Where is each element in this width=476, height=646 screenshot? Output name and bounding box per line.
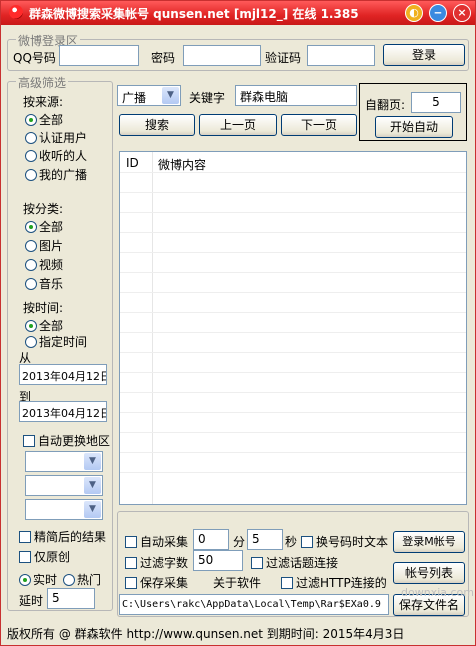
save-path-input[interactable]: C:\Users\rakc\AppData\Local\Temp\Rar$EXa…: [119, 594, 389, 615]
close-icon[interactable]: ×: [453, 4, 471, 22]
change-number-checkbox[interactable]: 换号码时文本: [301, 533, 388, 550]
row-line: [120, 352, 466, 353]
row-line: [120, 232, 466, 233]
region-combo-2[interactable]: ▼: [25, 475, 103, 496]
save-collect-checkbox[interactable]: 保存采集: [125, 574, 188, 591]
auto-start-button[interactable]: 开始自动: [375, 116, 453, 138]
app-icon: [9, 5, 23, 19]
to-date-input[interactable]: 2013年04月12日: [19, 401, 107, 422]
filter-topics-checkbox[interactable]: 过滤话题连接: [251, 554, 338, 571]
interval-sec-input[interactable]: 5: [247, 529, 283, 550]
row-line: [120, 312, 466, 313]
row-line: [120, 432, 466, 433]
region-combo-1[interactable]: ▼: [25, 451, 103, 472]
auto-collect-checkbox[interactable]: 自动采集: [125, 533, 188, 550]
filter-http-checkbox[interactable]: 过滤HTTP连接的: [281, 574, 387, 591]
min-unit-label: 分: [233, 535, 246, 549]
col-header-id[interactable]: ID: [126, 156, 139, 170]
filter-chars-input[interactable]: 50: [193, 550, 243, 571]
original-only-checkbox[interactable]: 仅原创: [19, 548, 70, 565]
filter-legend: 高级筛选: [16, 74, 69, 91]
row-line: [120, 452, 466, 453]
source-all-radio[interactable]: 全部: [25, 111, 63, 128]
search-button[interactable]: 搜索: [119, 114, 195, 136]
row-line: [120, 332, 466, 333]
minimize-icon[interactable]: ‒: [429, 4, 447, 22]
category-video-radio[interactable]: 视频: [25, 256, 63, 273]
category-image-radio[interactable]: 图片: [25, 237, 63, 254]
category-label: 按分类:: [23, 202, 64, 216]
row-line: [120, 372, 466, 373]
row-line: [120, 392, 466, 393]
category-all-radio[interactable]: 全部: [25, 218, 63, 235]
row-line: [120, 192, 466, 193]
col-header-content[interactable]: 微博内容: [158, 156, 206, 173]
row-line: [120, 172, 466, 173]
autopage-input[interactable]: 5: [411, 92, 461, 113]
login-button[interactable]: 登录: [383, 44, 465, 66]
time-custom-radio[interactable]: 指定时间: [25, 333, 87, 350]
password-input[interactable]: [183, 45, 261, 66]
login-accounts-button[interactable]: 登录M帐号: [393, 531, 465, 553]
autopage-label: 自翻页:: [365, 98, 406, 112]
captcha-input[interactable]: [307, 45, 375, 66]
row-line: [120, 252, 466, 253]
main-window: 群森微博搜索采集帐号 qunsen.net [mjl12_] 在线 1.385 …: [0, 0, 476, 646]
row-line: [120, 472, 466, 473]
chevron-down-icon: ▼: [162, 87, 179, 104]
skin-icon[interactable]: ◐: [405, 4, 423, 22]
status-bar: 版权所有 @ 群森软件 http://www.qunsen.net 到期时间: …: [7, 627, 405, 641]
results-table[interactable]: ID 微博内容: [119, 151, 467, 505]
next-page-button[interactable]: 下一页: [281, 114, 357, 136]
search-type-select[interactable]: 广播 ▼: [117, 85, 181, 106]
account-list-button[interactable]: 帐号列表: [393, 562, 465, 584]
source-following-radio[interactable]: 收听的人: [25, 147, 87, 164]
title-bar: 群森微博搜索采集帐号 qunsen.net [mjl12_] 在线 1.385 …: [1, 1, 475, 25]
keyword-input[interactable]: 群森电脑: [235, 85, 357, 106]
time-label: 按时间:: [23, 301, 64, 315]
row-line: [120, 272, 466, 273]
category-music-radio[interactable]: 音乐: [25, 275, 63, 292]
prev-page-button[interactable]: 上一页: [199, 114, 277, 136]
watermark: downxia.com: [401, 586, 474, 599]
window-title: 群森微博搜索采集帐号 qunsen.net [mjl12_] 在线 1.385: [29, 7, 359, 21]
qq-input[interactable]: [59, 45, 139, 66]
password-label: 密码: [151, 51, 176, 65]
row-line: [120, 212, 466, 213]
region-combo-3[interactable]: ▼: [25, 499, 103, 520]
filter-chars-checkbox[interactable]: 过滤字数: [125, 554, 188, 571]
row-line: [120, 292, 466, 293]
source-mine-radio[interactable]: 我的广播: [25, 166, 87, 183]
source-verified-radio[interactable]: 认证用户: [25, 129, 87, 146]
source-label: 按来源:: [23, 95, 64, 109]
chevron-down-icon: ▼: [84, 477, 101, 494]
about-link[interactable]: 关于软件: [213, 574, 261, 591]
interval-min-input[interactable]: 0: [193, 529, 229, 550]
row-line: [120, 412, 466, 413]
from-date-input[interactable]: 2013年04月12日: [19, 364, 107, 385]
search-type-value: 广播: [122, 91, 147, 105]
realtime-radio[interactable]: 实时: [19, 571, 57, 588]
chevron-down-icon: ▼: [84, 453, 101, 470]
chevron-down-icon: ▼: [84, 501, 101, 518]
keyword-label: 关键字: [189, 91, 226, 105]
time-all-radio[interactable]: 全部: [25, 317, 63, 334]
auto-region-checkbox[interactable]: 自动更换地区: [23, 432, 110, 449]
captcha-label: 验证码: [265, 51, 302, 65]
hot-radio[interactable]: 热门: [63, 571, 101, 588]
delay-input[interactable]: 5: [47, 588, 95, 609]
qq-label: QQ号码: [13, 51, 56, 65]
delay-label: 延时: [19, 594, 44, 608]
sec-unit-label: 秒: [285, 535, 298, 549]
refined-checkbox[interactable]: 精简后的结果: [19, 528, 106, 545]
